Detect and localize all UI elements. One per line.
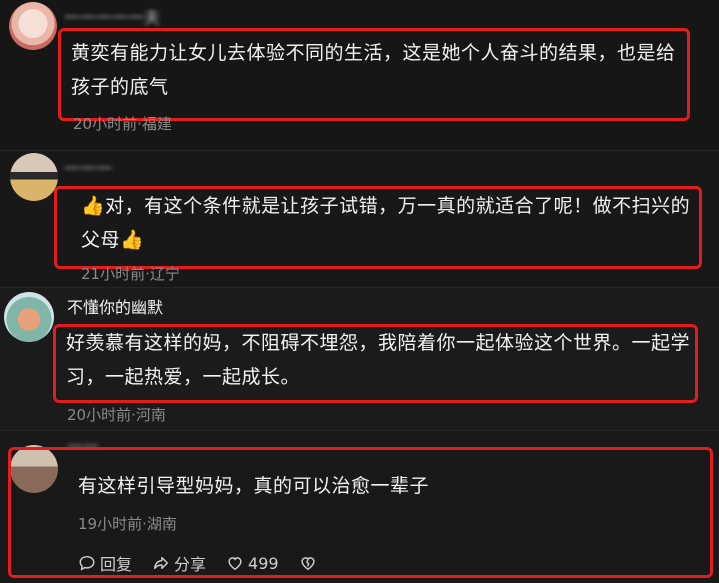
comment-item: 一一一 👍对，有这个条件就是让孩子试错，万一真的就适合了呢！做不扫兴的父母👍 2…	[0, 150, 719, 287]
heart-icon	[228, 557, 242, 571]
dislike-button[interactable]	[299, 554, 317, 572]
comment-text-wrapper: 👍对，有这个条件就是让孩子试错，万一真的就适合了呢！做不扫兴的父母👍	[81, 189, 693, 257]
comment-text: 有这样引导型妈妈，真的可以治愈一辈子	[78, 475, 430, 497]
share-arrow-icon	[153, 556, 169, 570]
avatar[interactable]	[9, 2, 57, 50]
share-button[interactable]: 分享	[152, 551, 206, 575]
comment-text: 黄奕有能力让女儿去体验不同的生活，这是她个人奋斗的结果，也是给孩子的底气	[71, 42, 676, 98]
comment-item: 不懂你的幽默 好羡慕有这样的妈，不阻碍不埋怨，我陪着你一起体验这个世界。一起学习…	[0, 287, 719, 430]
comment-text: 对，有这个条件就是让孩子试错，万一真的就适合了呢！做不扫兴的父母	[81, 195, 691, 251]
avatar[interactable]	[10, 153, 58, 201]
share-label: 分享	[174, 555, 207, 574]
username[interactable]: 一一一	[64, 155, 112, 179]
username[interactable]: 不懂你的幽默	[67, 294, 163, 318]
broken-heart-icon	[301, 557, 315, 571]
reply-label: 回复	[100, 555, 133, 574]
thumbs-up-icon: 👍	[120, 229, 145, 251]
comment-meta: 20小时前·河南	[67, 406, 166, 424]
comment-meta: 21小时前·辽宁	[81, 265, 180, 283]
username[interactable]: 一一一一一夫	[64, 4, 160, 28]
comment-item: 一一 有这样引导型妈妈，真的可以治愈一辈子 19小时前·湖南 回复 分享 499	[0, 430, 719, 583]
reply-button[interactable]: 回复	[78, 551, 132, 575]
speech-bubble-icon	[79, 555, 95, 571]
comment-actions: 回复 分享 499	[78, 551, 317, 575]
avatar[interactable]	[4, 292, 54, 342]
comment-meta: 19小时前·湖南	[78, 515, 177, 533]
comment-item: 一一一一一夫 黄奕有能力让女儿去体验不同的生活，这是她个人奋斗的结果，也是给孩子…	[0, 0, 719, 150]
comment-text: 好羡慕有这样的妈，不阻碍不埋怨，我陪着你一起体验这个世界。一起学习，一起热爱，一…	[66, 332, 691, 388]
like-button[interactable]: 499	[226, 554, 279, 573]
thumbs-up-icon: 👍	[81, 195, 106, 217]
like-count: 499	[248, 553, 279, 573]
comment-meta: 20小时前·福建	[73, 115, 172, 133]
